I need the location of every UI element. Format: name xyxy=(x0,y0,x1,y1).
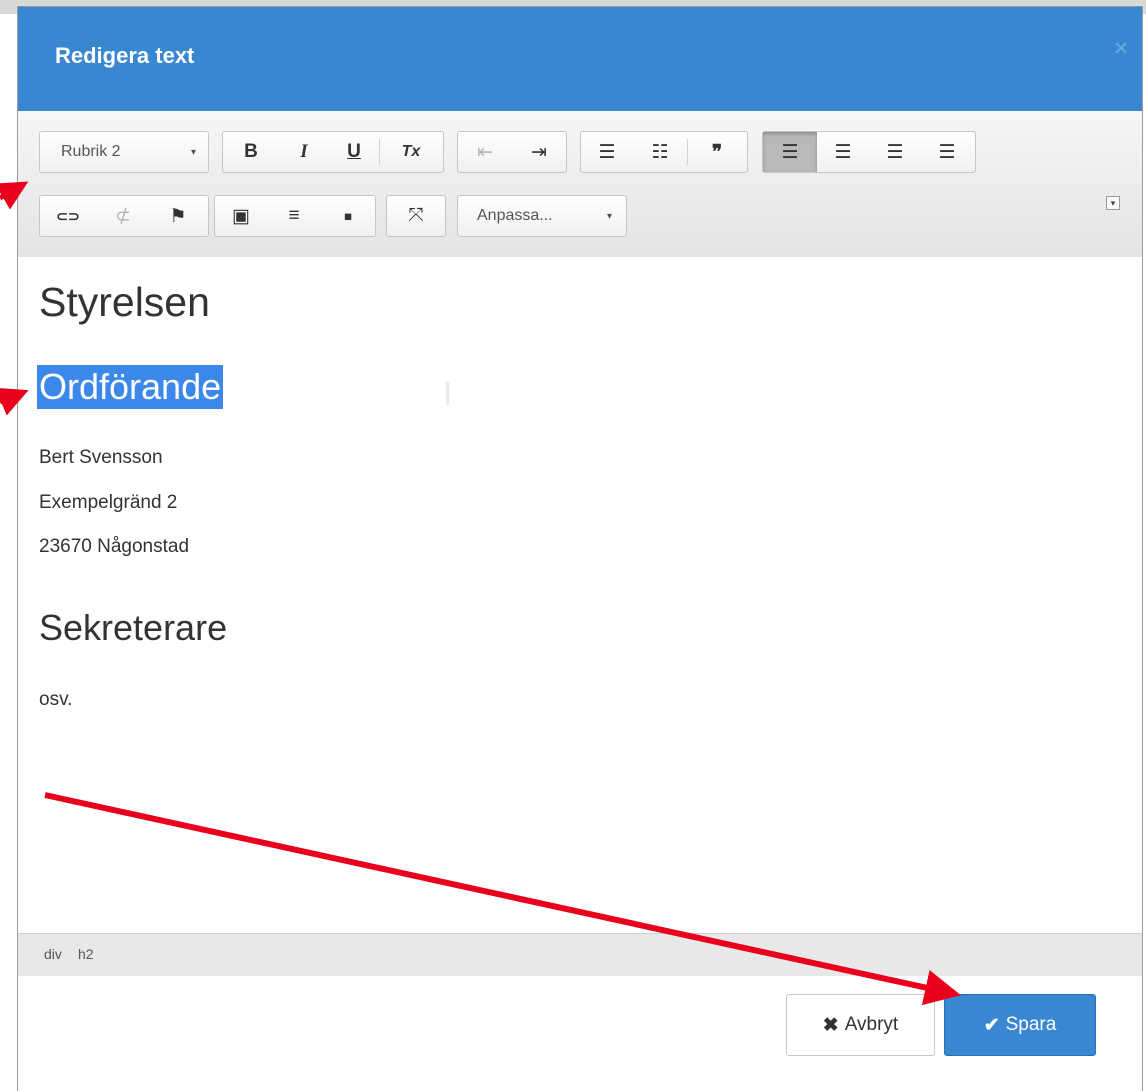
iframe-icon: ▪ xyxy=(343,200,353,231)
check-icon: ✔ xyxy=(983,1014,1000,1036)
link-button[interactable]: ⊂⊃ xyxy=(40,196,96,236)
content-heading-selected: Ordförande xyxy=(37,365,224,409)
bold-icon: B xyxy=(244,141,258,162)
save-button-label: Spara xyxy=(1005,1014,1057,1035)
link-group: ⊂⊃ ⊄ ⚑ xyxy=(39,195,209,237)
indent-group: ⇤ ⇥ xyxy=(457,131,567,173)
justify-button[interactable]: ☰ xyxy=(921,132,973,172)
format-select-value: Rubrik 2 xyxy=(61,143,121,160)
horizontal-rule-button[interactable]: ≡ xyxy=(267,196,321,236)
path-item-div[interactable]: div xyxy=(44,946,62,962)
image-button[interactable]: ▣ xyxy=(215,196,267,236)
maximize-button[interactable]: ⤧ xyxy=(387,196,445,236)
outdent-icon: ⇤ xyxy=(477,141,493,163)
styles-select[interactable]: Anpassa... ▾ xyxy=(458,196,626,236)
numbered-list-icon: ☰ xyxy=(598,141,616,163)
link-icon: ⊂⊃ xyxy=(56,207,80,224)
format-combo-group: Rubrik 2 ▾ xyxy=(39,131,209,173)
dialog-header: Redigera text × xyxy=(18,7,1142,111)
chevron-down-icon: ▾ xyxy=(606,210,612,222)
editor-toolbar: Rubrik 2 ▾ B I U Tx ⇤ ⇥ ☰ ☷ ❞ ☰ ☰ ☰ ☰ ⊂⊃… xyxy=(18,111,1142,258)
italic-button[interactable]: I xyxy=(279,132,329,172)
rich-text-editor: Rubrik 2 ▾ B I U Tx ⇤ ⇥ ☰ ☷ ❞ ☰ ☰ ☰ ☰ ⊂⊃… xyxy=(18,111,1142,976)
horizontal-rule-icon: ≡ xyxy=(288,205,300,226)
remove-format-button[interactable]: Tx xyxy=(380,132,442,172)
address-line: 23670 Någonstad xyxy=(39,536,190,557)
bulleted-list-icon: ☷ xyxy=(651,141,669,163)
save-button[interactable]: ✔ Spara xyxy=(944,994,1096,1056)
bold-button[interactable]: B xyxy=(223,132,279,172)
address-line: Exempelgränd 2 xyxy=(39,492,178,513)
edit-text-dialog: Redigera text × Rubrik 2 ▾ B I U Tx ⇤ ⇥ xyxy=(17,6,1143,1091)
unlink-icon: ⊄ xyxy=(115,205,131,227)
unlink-button[interactable]: ⊄ xyxy=(96,196,150,236)
alignment-group: ☰ ☰ ☰ ☰ xyxy=(762,131,976,173)
styles-combo-group: Anpassa... ▾ xyxy=(457,195,627,237)
underline-icon: U xyxy=(347,141,361,162)
maximize-icon: ⤧ xyxy=(408,205,424,226)
indent-button[interactable]: ⇥ xyxy=(512,132,566,172)
anchor-button[interactable]: ⚑ xyxy=(150,196,206,236)
align-center-icon: ☰ xyxy=(834,141,852,163)
chevron-down-icon: ▾ xyxy=(190,146,196,158)
flag-icon: ⚑ xyxy=(169,205,187,227)
remove-format-icon: Tx xyxy=(401,143,421,160)
bulleted-list-button[interactable]: ☷ xyxy=(633,132,687,172)
underline-button[interactable]: U xyxy=(329,132,379,172)
format-select[interactable]: Rubrik 2 ▾ xyxy=(40,132,208,172)
element-path-bar: div h2 xyxy=(18,933,1142,976)
align-right-button[interactable]: ☰ xyxy=(869,132,921,172)
close-icon[interactable]: × xyxy=(1114,35,1128,63)
align-center-button[interactable]: ☰ xyxy=(817,132,869,172)
editor-content-area[interactable]: Styrelsen Ordförande I Bert Svensson Exe… xyxy=(18,257,1142,933)
insert-group: ▣ ≡ ▪ xyxy=(214,195,376,237)
content-trailing-text: osv. xyxy=(39,689,73,710)
content-heading-main: Styrelsen xyxy=(39,279,210,325)
blockquote-icon: ❞ xyxy=(711,141,723,163)
justify-icon: ☰ xyxy=(938,141,956,163)
cancel-button-label: Avbryt xyxy=(844,1014,899,1035)
iframe-button[interactable]: ▪ xyxy=(321,196,375,236)
indent-icon: ⇥ xyxy=(531,141,547,163)
list-group: ☰ ☷ ❞ xyxy=(580,131,748,173)
close-icon: ✖ xyxy=(822,1014,839,1036)
align-right-icon: ☰ xyxy=(886,141,904,163)
text-cursor-icon: I xyxy=(443,375,453,413)
blockquote-button[interactable]: ❞ xyxy=(688,132,746,172)
content-heading-second: Sekreterare xyxy=(39,607,228,648)
numbered-list-button[interactable]: ☰ xyxy=(581,132,633,172)
align-left-button[interactable]: ☰ xyxy=(763,132,817,172)
align-left-icon: ☰ xyxy=(781,141,799,163)
path-item-h2[interactable]: h2 xyxy=(78,946,94,962)
dialog-title: Redigera text xyxy=(55,43,195,68)
cancel-button[interactable]: ✖ Avbryt xyxy=(786,994,935,1056)
image-icon: ▣ xyxy=(232,205,250,227)
toolbar-collapse-icon[interactable]: ▾ xyxy=(1106,196,1120,210)
styles-select-value: Anpassa... xyxy=(477,207,553,224)
italic-icon: I xyxy=(300,141,308,162)
basic-styles-group: B I U Tx xyxy=(222,131,444,173)
outdent-button[interactable]: ⇤ xyxy=(458,132,512,172)
address-line: Bert Svensson xyxy=(39,447,163,468)
maximize-group: ⤧ xyxy=(386,195,446,237)
